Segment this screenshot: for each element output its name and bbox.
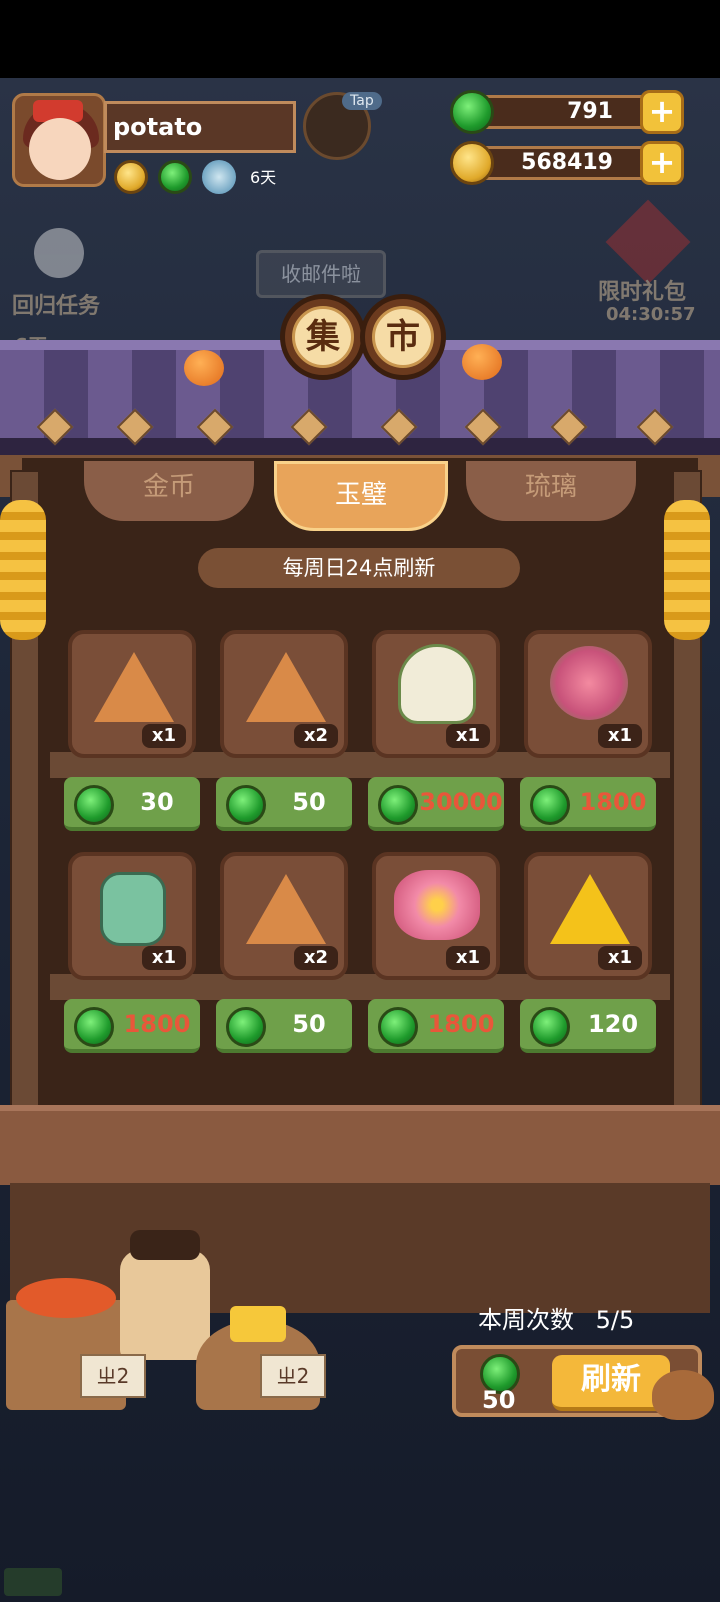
item-quantity: x1: [445, 946, 490, 970]
jade-icon: [530, 785, 570, 825]
price-button[interactable]: 30000: [368, 777, 504, 831]
jade-icon: [450, 90, 494, 134]
player-avatar[interactable]: [12, 93, 106, 187]
tofu-icon: [230, 1306, 286, 1342]
tap-label: Tap: [342, 92, 382, 110]
girl-character-icon: [398, 644, 476, 724]
item-quantity: x1: [141, 946, 186, 970]
gift-timer: 04:30:57: [606, 304, 696, 325]
jade-icon: [530, 1007, 570, 1047]
price-button[interactable]: 120: [520, 999, 656, 1053]
tab-gold-coins[interactable]: 金币: [84, 461, 254, 521]
sign-char: 集: [292, 306, 354, 368]
jade-scroll-icon: [100, 872, 166, 946]
price-button[interactable]: 50: [216, 999, 352, 1053]
corn-decoration: [664, 500, 710, 640]
jade-icon: [74, 785, 114, 825]
price-value: 1800: [579, 788, 647, 816]
jade-icon: [378, 785, 418, 825]
weekly-count: 5/5: [595, 1306, 635, 1334]
orange-triangle-token-icon: [94, 652, 174, 722]
shop-item-slot[interactable]: x1: [68, 852, 196, 980]
price-button[interactable]: 30: [64, 777, 200, 831]
jade-icon: [378, 1007, 418, 1047]
refresh-cost: 50: [482, 1386, 516, 1414]
add-jade-button[interactable]: +: [640, 90, 684, 134]
item-quantity: x1: [597, 724, 642, 748]
add-coins-button[interactable]: +: [640, 141, 684, 185]
login-days: 6天: [250, 168, 277, 187]
mail-button[interactable]: 收邮件啦: [256, 250, 386, 298]
shop-item-slot[interactable]: x2: [220, 852, 348, 980]
refresh-schedule-note: 每周日24点刷新: [198, 548, 520, 588]
merchant-character: [120, 1230, 210, 1360]
coin-balance: 568419: [470, 146, 660, 180]
tab-jade[interactable]: 玉璧: [274, 461, 448, 531]
price-value: 1800: [427, 1010, 495, 1038]
jade-icon: [226, 785, 266, 825]
item-quantity: x1: [445, 724, 490, 748]
item-quantity: x2: [293, 724, 338, 748]
orange-triangle-token-icon: [246, 874, 326, 944]
item-quantity: x1: [597, 946, 642, 970]
gift-box-icon: [605, 199, 691, 285]
gold-triangle-token-icon: [550, 874, 630, 944]
event-label: 回归任务: [12, 294, 101, 319]
price-button[interactable]: 1800: [520, 777, 656, 831]
price-value: 120: [587, 1010, 639, 1038]
weekly-label: 本周次数: [478, 1306, 574, 1334]
tab-glaze[interactable]: 琉璃: [466, 461, 636, 521]
pink-butterfly-icon: [394, 870, 480, 940]
merchant-hat: [130, 1230, 200, 1260]
jade-balance: 791: [470, 95, 660, 129]
stall-counter: [0, 1105, 720, 1185]
shop-item-slot[interactable]: x2: [220, 630, 348, 758]
jade-icon: [74, 1007, 114, 1047]
return-quest-event[interactable]: 回归任务: [4, 228, 114, 319]
price-button[interactable]: 50: [216, 777, 352, 831]
status-bar: [0, 0, 720, 78]
shop-item-slot[interactable]: x1: [68, 630, 196, 758]
price-value: 50: [292, 788, 326, 816]
persimmon-icon: [462, 344, 502, 380]
shop-item-slot[interactable]: x1: [524, 852, 652, 980]
nav-handle: [4, 1568, 62, 1596]
weekly-refresh-counter: 本周次数 5/5: [478, 1300, 634, 1335]
gift-label: 限时礼包: [598, 280, 687, 305]
glaze-boost-icon: [202, 160, 236, 194]
tomato-pile-icon: [16, 1278, 116, 1318]
price-value: 30: [140, 788, 174, 816]
sign-char: 市: [372, 306, 434, 368]
shop-item-slot[interactable]: x1: [372, 630, 500, 758]
jade-boost-icon: [158, 160, 192, 194]
jade-icon: [226, 1007, 266, 1047]
player-name[interactable]: potato: [104, 101, 296, 153]
coin-icon: [450, 141, 494, 185]
limited-gift-event[interactable]: 限时礼包 04:30:57: [598, 199, 708, 325]
price-button[interactable]: 1800: [368, 999, 504, 1053]
market-sign-left: 集: [280, 294, 366, 380]
price-value: 30000: [419, 788, 503, 816]
orange-triangle-token-icon: [246, 652, 326, 722]
item-quantity: x2: [293, 946, 338, 970]
persimmon-icon: [184, 350, 224, 386]
flower-bouquet-icon: [550, 646, 628, 720]
price-value: 1800: [123, 1010, 191, 1038]
price-button[interactable]: 1800: [64, 999, 200, 1053]
item-quantity: x1: [141, 724, 186, 748]
corn-decoration: [0, 500, 46, 640]
market-sign-right: 市: [360, 294, 446, 380]
stall-price-tag: ㄓ2: [80, 1354, 146, 1398]
price-value: 50: [292, 1010, 326, 1038]
mascot-icon: [652, 1370, 714, 1420]
shop-item-slot[interactable]: x1: [372, 852, 500, 980]
coin-boost-icon: [114, 160, 148, 194]
shop-item-slot[interactable]: x1: [524, 630, 652, 758]
stall-price-tag: ㄓ2: [260, 1354, 326, 1398]
event-mascot-icon: [34, 228, 84, 278]
